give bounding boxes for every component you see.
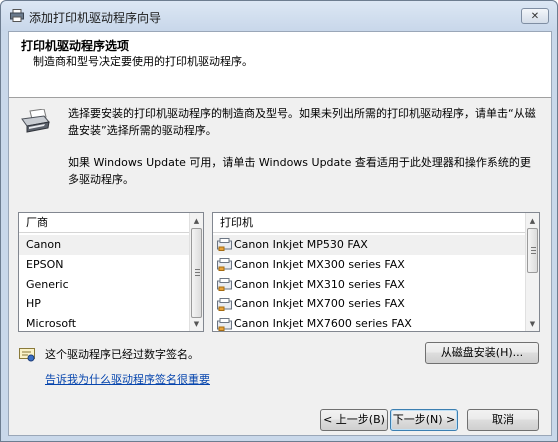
fax-printer-icon <box>217 277 232 291</box>
scroll-down-icon[interactable]: ▼ <box>190 316 203 331</box>
signed-driver-icon <box>19 348 35 362</box>
manufacturer-scrollbar[interactable]: ▲ ▼ <box>189 213 203 331</box>
printer-name: Canon Inkjet MX7600 series FAX <box>234 317 412 331</box>
scroll-up-icon[interactable]: ▲ <box>526 213 539 228</box>
window-title: 添加打印机驱动程序向导 <box>29 11 162 25</box>
close-button[interactable]: ✕ <box>521 8 549 24</box>
fax-printer-icon <box>217 258 232 272</box>
printer-column-header[interactable]: 打印机 <box>213 213 525 233</box>
page-subtitle: 制造商和型号决定要使用的打印机驱动程序。 <box>33 55 253 68</box>
have-disk-button[interactable]: 从磁盘安装(H)... <box>425 342 539 364</box>
scroll-thumb[interactable] <box>191 228 202 318</box>
wizard-window: 添加打印机驱动程序向导 ✕ 打印机驱动程序选项 制造商和型号决定要使用的打印机驱… <box>0 0 558 442</box>
back-button[interactable]: < 上一步(B) <box>320 409 388 431</box>
wizard-body: 打印机驱动程序选项 制造商和型号决定要使用的打印机驱动程序。 选择要安装的打印机… <box>8 31 552 436</box>
manufacturer-column-header[interactable]: 厂商 <box>19 213 189 233</box>
list-item[interactable]: Generic <box>19 275 189 295</box>
printer-scrollbar[interactable]: ▲ ▼ <box>525 213 539 331</box>
printer-name: Canon Inkjet MX300 series FAX <box>234 257 405 271</box>
cancel-button[interactable]: 取消 <box>467 409 539 431</box>
scroll-thumb[interactable] <box>527 228 538 273</box>
list-item[interactable]: Canon Inkjet MX700 series FAX <box>213 294 525 314</box>
manufacturer-list[interactable]: 厂商 Canon EPSON Generic HP Microsoft ▲ ▼ <box>18 212 204 332</box>
page-title: 打印机驱动程序选项 <box>21 39 130 53</box>
list-item[interactable]: Canon Inkjet MP530 FAX <box>213 235 525 255</box>
printer-icon <box>21 109 50 133</box>
fax-printer-icon <box>217 297 232 311</box>
instruction-text: 选择要安装的打印机驱动程序的制造商及型号。如果未列出所需的打印机驱动程序，请单击… <box>68 107 536 137</box>
close-icon: ✕ <box>530 10 540 22</box>
printer-name: Canon Inkjet MX700 series FAX <box>234 297 405 311</box>
title-bar[interactable]: 添加打印机驱动程序向导 ✕ <box>1 1 557 31</box>
signature-info-link[interactable]: 告诉我为什么驱动程序签名很重要 <box>45 371 210 387</box>
windows-update-text: 如果 Windows Update 可用，请单击 Windows Update … <box>68 156 531 186</box>
list-item[interactable]: Canon Inkjet MX310 series FAX <box>213 275 525 295</box>
list-item[interactable]: Microsoft <box>19 314 189 331</box>
wizard-header: 打印机驱动程序选项 制造商和型号决定要使用的打印机驱动程序。 <box>9 32 551 98</box>
fax-printer-icon <box>217 238 232 252</box>
printer-name: Canon Inkjet MP530 FAX <box>234 238 368 251</box>
fax-printer-icon <box>217 317 232 331</box>
list-item[interactable]: Canon Inkjet MX300 series FAX <box>213 255 525 275</box>
signature-status: 这个驱动程序已经过数字签名。 <box>45 348 199 361</box>
list-item[interactable]: Canon Inkjet MX7600 series FAX <box>213 314 525 331</box>
scroll-up-icon[interactable]: ▲ <box>190 213 203 228</box>
printer-icon <box>10 9 24 22</box>
scroll-down-icon[interactable]: ▼ <box>526 316 539 331</box>
list-item[interactable]: EPSON <box>19 255 189 275</box>
printer-name: Canon Inkjet MX310 series FAX <box>234 277 405 291</box>
list-item[interactable]: Canon <box>19 235 189 255</box>
next-button[interactable]: 下一步(N) > <box>390 409 458 431</box>
list-item[interactable]: HP <box>19 294 189 314</box>
printer-list[interactable]: 打印机 Canon Inkjet MP530 FAX Canon Inkjet … <box>212 212 540 332</box>
